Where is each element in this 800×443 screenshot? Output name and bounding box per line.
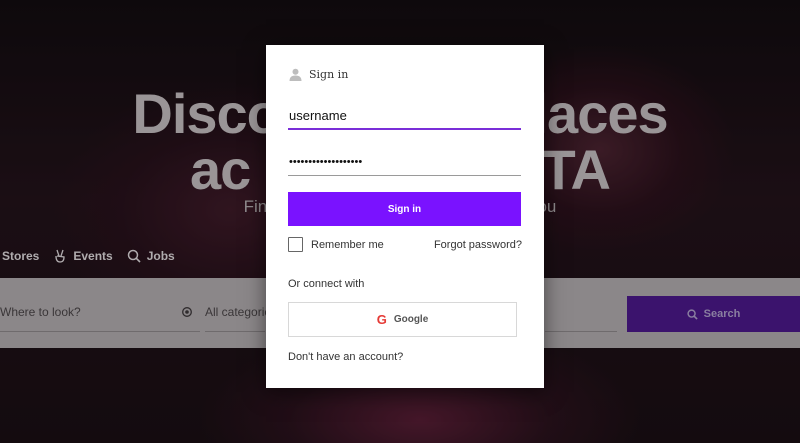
password-input[interactable] <box>288 148 521 176</box>
location-target-icon[interactable] <box>181 306 193 318</box>
google-button-label: Google <box>393 314 429 325</box>
category-jobs[interactable]: Jobs <box>127 249 175 263</box>
sign-in-modal: Sign in Sign in Remember me Forgot passw… <box>266 45 544 388</box>
modal-header: Sign in <box>289 68 348 81</box>
search-button[interactable]: Search <box>627 296 800 332</box>
username-input[interactable] <box>288 102 521 130</box>
or-connect-label: Or connect with <box>288 278 365 290</box>
category-links: Stores Events Jobs <box>0 246 175 266</box>
category-stores-label: Stores <box>2 249 40 263</box>
extra-field[interactable] <box>545 293 617 332</box>
category-events-label: Events <box>73 249 113 263</box>
sign-in-button-label: Sign in <box>387 203 422 215</box>
search-button-label: Search <box>703 308 741 320</box>
peace-hand-icon <box>55 249 66 263</box>
where-input[interactable]: Where to look? <box>0 293 200 332</box>
remember-me-label: Remember me <box>311 238 384 251</box>
google-icon: G <box>376 312 387 327</box>
search-icon <box>687 308 698 320</box>
forgot-password-link[interactable]: Forgot password? <box>434 239 522 251</box>
where-placeholder: Where to look? <box>0 305 81 319</box>
remember-me[interactable]: Remember me <box>288 237 384 252</box>
category-placeholder: All categorie <box>205 305 272 319</box>
google-sign-in-button[interactable]: G Google <box>288 302 517 337</box>
sign-in-button[interactable]: Sign in <box>288 192 521 226</box>
category-select[interactable]: All categorie <box>205 293 271 332</box>
category-stores[interactable]: Stores <box>2 249 39 263</box>
sign-up-link[interactable]: Don't have an account? <box>288 351 403 363</box>
modal-title: Sign in <box>309 68 349 81</box>
category-events[interactable]: Events <box>53 249 113 263</box>
user-icon <box>289 68 302 81</box>
category-jobs-label: Jobs <box>146 249 175 263</box>
remember-me-checkbox[interactable] <box>288 237 303 252</box>
job-search-icon <box>127 249 141 263</box>
